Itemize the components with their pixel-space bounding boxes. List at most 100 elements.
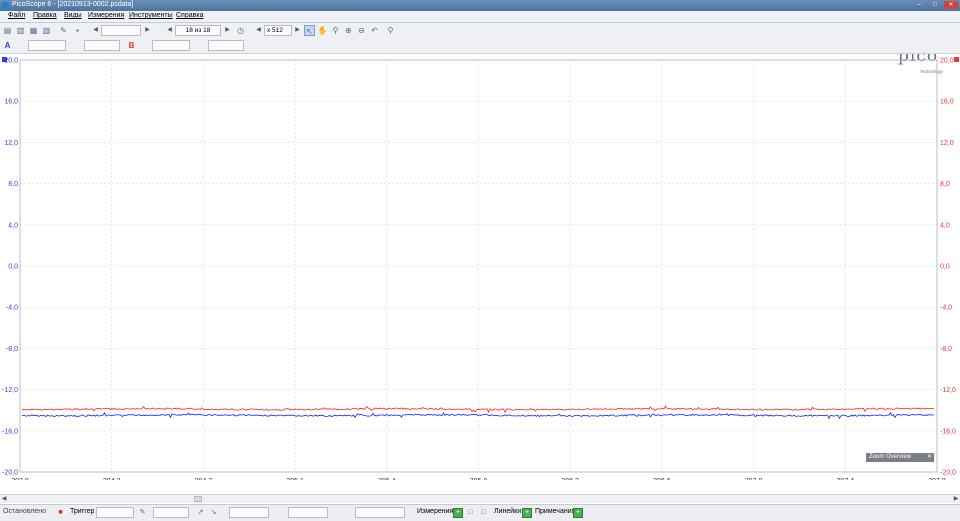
menu-tools[interactable]: Инструменты: [129, 12, 173, 19]
channel-b-icon[interactable]: B: [126, 40, 137, 51]
zoom-area-icon[interactable]: ⚲: [330, 25, 341, 36]
buffer-navigator-icon[interactable]: ◷: [235, 25, 246, 36]
channel-b-marker: [954, 57, 959, 62]
scroll-thumb[interactable]: [194, 496, 202, 502]
right-axis-tick-label: 0,0: [940, 264, 950, 271]
zoom-in-icon[interactable]: ⊕: [343, 25, 354, 36]
measurements-label: Измерения: [417, 508, 454, 515]
window-title: PicoScope 6 - [20210913-0002.psdata]: [12, 1, 134, 8]
trigger-source-select[interactable]: [153, 507, 189, 518]
undo-zoom-icon[interactable]: ↶: [369, 25, 380, 36]
scope-mode-icon[interactable]: ▤: [2, 25, 13, 36]
zoom-prev-icon[interactable]: ◀: [254, 25, 263, 36]
capture-index-field[interactable]: 18 из 18: [175, 25, 221, 36]
right-axis-tick-label: -12,0: [940, 387, 956, 394]
trigger-threshold-field[interactable]: [229, 507, 269, 518]
add-measurement-button[interactable]: +: [453, 508, 463, 518]
falling-edge-icon[interactable]: ↘: [209, 508, 218, 517]
x-axis-tick-label: 397,0: [745, 478, 763, 480]
channel-setup-icon[interactable]: ▪: [72, 25, 83, 36]
x-axis-tick-label: 396,6: [653, 478, 671, 480]
menu-bar: Файл Правка Виды Измерения Инструменты С…: [0, 11, 960, 23]
series-trace-0: [21, 411, 935, 420]
channel-a-coupling-select[interactable]: [84, 40, 120, 51]
stop-icon[interactable]: ■: [56, 508, 65, 517]
spectrum-mode-icon[interactable]: ▦: [28, 25, 39, 36]
hand-tool-icon[interactable]: ✋: [317, 25, 328, 36]
zoom-out-icon[interactable]: ⊖: [356, 25, 367, 36]
capture-next-icon[interactable]: ▶: [223, 25, 232, 36]
right-axis-tick-label: 20,0: [940, 58, 954, 65]
right-axis-tick-label: 12,0: [940, 140, 954, 147]
notes-button[interactable]: +: [573, 508, 583, 518]
right-axis-tick-label: 8,0: [940, 181, 950, 188]
right-axis-tick-label: -8,0: [940, 346, 952, 353]
timebase-select[interactable]: [101, 25, 141, 36]
horizontal-scrollbar[interactable]: ◀ ▶: [0, 494, 960, 503]
right-axis-tick-label: -16,0: [940, 428, 956, 435]
menu-measurements[interactable]: Измерения: [88, 12, 124, 19]
x-axis-tick-label: 396,2: [561, 478, 579, 480]
left-axis-tick-label: -16,0: [2, 428, 18, 435]
timebase-prev-icon[interactable]: ◀: [91, 25, 100, 36]
edit-measurement-icon[interactable]: □: [466, 508, 475, 517]
scroll-right-icon[interactable]: ▶: [952, 495, 960, 503]
x-axis-tick-label: 394,7: [195, 478, 213, 480]
bar-mode-icon[interactable]: ▧: [41, 25, 52, 36]
delete-measurement-icon[interactable]: □: [479, 508, 488, 517]
capture-prev-icon[interactable]: ◀: [165, 25, 174, 36]
menu-views[interactable]: Виды: [64, 12, 82, 19]
rulers-button[interactable]: +: [522, 508, 532, 518]
x-axis-tick-label: 397,8: [928, 478, 946, 480]
left-axis-tick-label: 16,0: [4, 99, 18, 106]
x-axis-tick-label: 395,8: [470, 478, 488, 480]
zoom-field[interactable]: x 512: [264, 25, 292, 36]
x-axis-tick-label: 394,3: [103, 478, 121, 480]
pretrigger-field[interactable]: [288, 507, 328, 518]
title-bar: PicoScope 6 - [20210913-0002.psdata] – □…: [0, 0, 960, 11]
zoom-reset-icon[interactable]: ⚲: [385, 25, 396, 36]
channel-b-range-select[interactable]: [152, 40, 190, 51]
persistence-mode-icon[interactable]: ▥: [15, 25, 26, 36]
left-axis-tick-label: 8,0: [8, 181, 18, 188]
timebase-next-icon[interactable]: ▶: [143, 25, 152, 36]
left-axis-tick-label: -20,0: [2, 470, 18, 477]
trigger-delay-field[interactable]: [355, 507, 405, 518]
menu-file[interactable]: Файл: [8, 12, 25, 19]
right-axis-tick-label: -20,0: [940, 470, 956, 477]
maximize-icon[interactable]: □: [928, 1, 942, 9]
zoom-overview-label: Zoom Overview: [869, 454, 912, 460]
main-toolbar: ▤ ▥ ▦ ▧ ✎ ▪ ◀ ▶ ◀ 18 из 18 ▶ ◷ ◀ x 512 ▶…: [0, 23, 960, 74]
channel-a-icon[interactable]: A: [2, 40, 13, 51]
channel-a-range-select[interactable]: [28, 40, 66, 51]
left-axis-tick-label: -4,0: [6, 305, 18, 312]
channel-b-coupling-select[interactable]: [208, 40, 244, 51]
left-axis-tick-label: -8,0: [6, 346, 18, 353]
scroll-left-icon[interactable]: ◀: [0, 495, 8, 503]
notes-label: Примечания: [535, 508, 576, 515]
scope-plot[interactable]: 20,0 16,0 12,0 8,0 4,0 0,0 -4,0 -8,0 -12,0 -16,0 -…: [0, 54, 960, 480]
menu-edit[interactable]: Правка: [33, 12, 57, 19]
zoom-overview-close-icon[interactable]: ✕: [927, 453, 932, 462]
minimize-icon[interactable]: –: [912, 1, 926, 9]
x-axis-tick-label: 395,4: [378, 478, 396, 480]
app-icon: [2, 2, 9, 9]
close-icon[interactable]: ✕: [944, 1, 958, 9]
right-axis-tick-label: 4,0: [940, 222, 950, 229]
probe-icon[interactable]: ✎: [58, 25, 69, 36]
trigger-mode-select[interactable]: [96, 507, 134, 518]
left-axis-tick-label: 12,0: [4, 140, 18, 147]
trigger-advanced-icon[interactable]: ✎: [138, 508, 147, 517]
zoom-overview-panel[interactable]: Zoom Overview ✕: [866, 453, 934, 462]
menu-help[interactable]: Справка: [176, 12, 203, 19]
pointer-tool-icon[interactable]: ↖: [304, 25, 315, 36]
status-bar: Остановлено ■ Триггер ✎ ↗ ↘ Измерения + …: [0, 504, 960, 521]
right-axis-tick-label: -4,0: [940, 305, 952, 312]
x-axis-tick-label: 395,1: [286, 478, 304, 480]
left-axis-tick-label: 0,0: [8, 264, 18, 271]
zoom-next-icon[interactable]: ▶: [293, 25, 302, 36]
x-axis-tick-label: 393,9: [11, 478, 29, 480]
channel-a-marker: [2, 57, 7, 62]
rising-edge-icon[interactable]: ↗: [196, 508, 205, 517]
left-axis-tick-label: -12,0: [2, 387, 18, 394]
